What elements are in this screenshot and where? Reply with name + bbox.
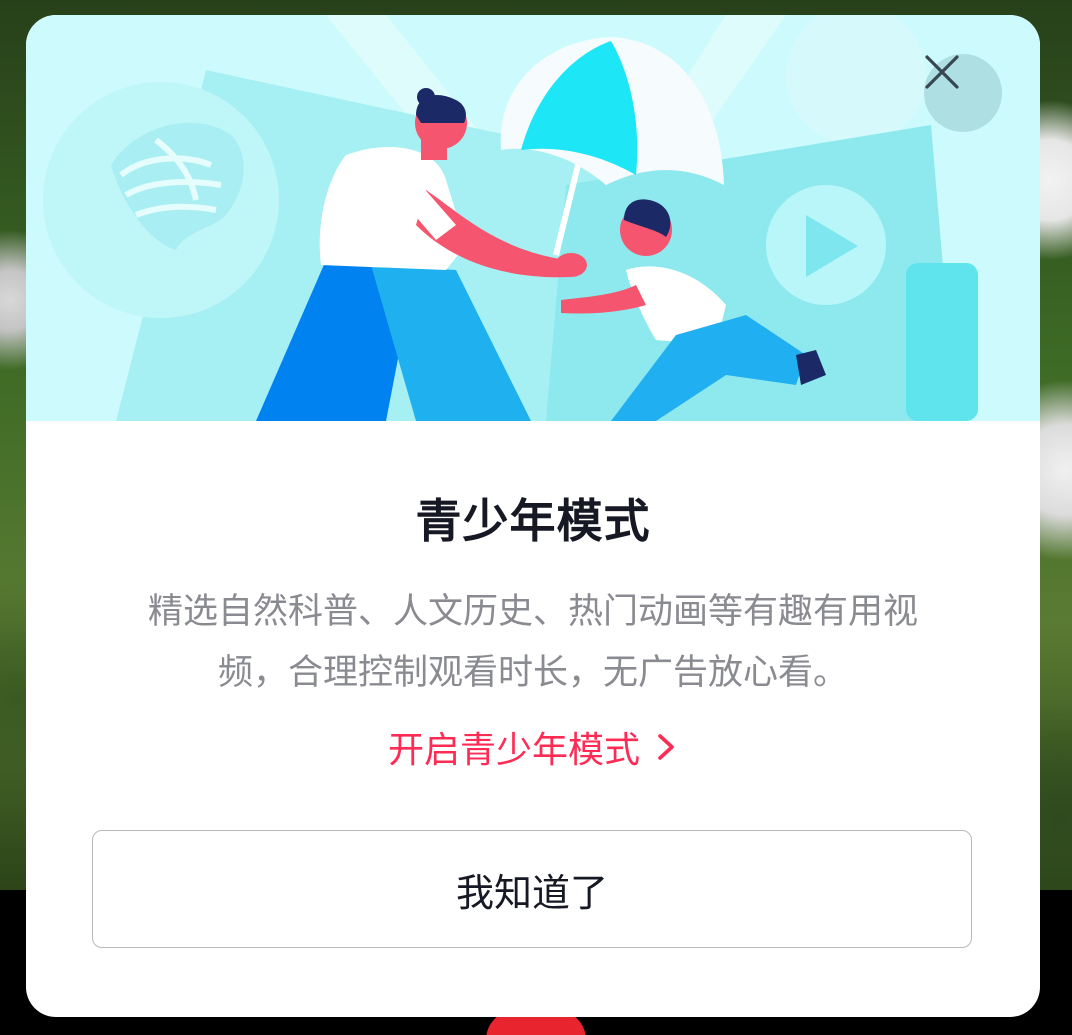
chevron-right-icon [658,734,674,760]
teen-mode-dialog: 青少年模式 精选自然科普、人文历史、热门动画等有趣有用视 频，合理控制观看时长，… [26,15,1040,1017]
acknowledge-button[interactable]: 我知道了 [92,830,972,948]
close-icon [925,55,959,89]
open-teen-mode-label: 开启青少年模式 [387,730,640,771]
hero-illustration [26,15,1040,421]
open-teen-mode-link[interactable]: 开启青少年模式 [26,721,1040,773]
description-line-2: 频，合理控制观看时长，无广告放心看。 [217,653,848,693]
parent-child-umbrella-illustration [43,15,978,421]
dialog-title: 青少年模式 [415,494,651,548]
close-button[interactable] [924,54,1002,132]
dialog-description: 精选自然科普、人文历史、热门动画等有趣有用视 频，合理控制观看时长，无广告放心看… [96,582,970,704]
description-line-1: 精选自然科普、人文历史、热门动画等有趣有用视 [147,592,918,632]
